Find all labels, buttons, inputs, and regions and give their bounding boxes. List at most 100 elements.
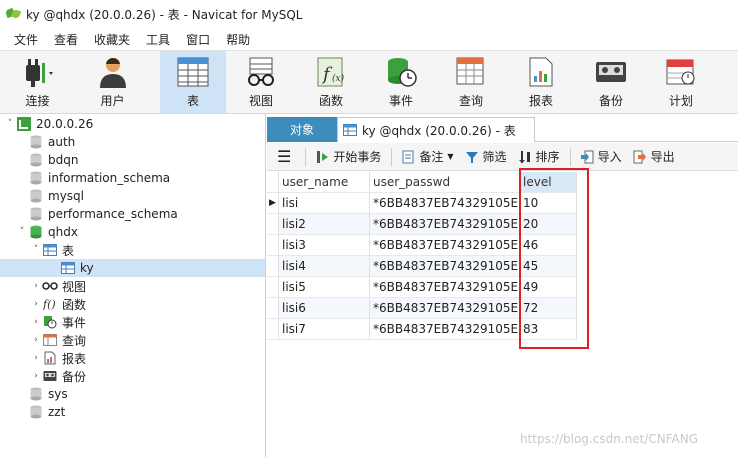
menu-help[interactable]: 帮助 xyxy=(218,31,258,48)
cell-user-name[interactable]: lisi6 xyxy=(279,298,370,319)
function-icon: f (x) xyxy=(313,55,349,89)
report-label: 报表 xyxy=(528,94,553,108)
tree-group-views[interactable]: › 视图 xyxy=(30,277,86,295)
cell-user-passwd[interactable]: *6BB4837EB74329105EE4 xyxy=(370,214,520,235)
column-header-user-passwd[interactable]: user_passwd xyxy=(370,172,520,193)
backup-button[interactable]: 备份 xyxy=(576,51,646,113)
connect-button[interactable]: 连接 xyxy=(0,51,75,113)
import-button[interactable]: 导入 xyxy=(579,148,622,165)
chevron-right-icon[interactable]: › xyxy=(30,353,42,363)
user-button[interactable]: 用户 xyxy=(75,51,150,113)
caret-down-icon[interactable]: ▼ xyxy=(447,152,453,161)
tree-group-tables[interactable]: ˅ 表 xyxy=(30,241,74,259)
function-label: 函数 xyxy=(318,94,343,108)
tab-table-label: ky @qhdx (20.0.0.26) - 表 xyxy=(362,123,516,138)
filter-button[interactable]: 筛选 xyxy=(464,148,507,165)
report-icon xyxy=(42,351,58,365)
tree-group-backups[interactable]: › 备份 xyxy=(30,367,86,385)
chevron-down-icon[interactable]: ˅ xyxy=(4,119,16,129)
cell-user-passwd[interactable]: *6BB4837EB74329105EE4 xyxy=(370,319,520,340)
svg-text:(x): (x) xyxy=(332,73,345,84)
tree-db-mysql[interactable]: mysql xyxy=(28,187,84,205)
cell-user-passwd[interactable]: *6BB4837EB74329105EE4 xyxy=(370,277,520,298)
chevron-down-icon[interactable]: ˅ xyxy=(16,227,28,237)
table-icon xyxy=(60,261,76,275)
chevron-right-icon[interactable]: › xyxy=(30,299,42,309)
cell-user-name[interactable]: lisi5 xyxy=(279,277,370,298)
begin-transaction-button[interactable]: 开始事务 xyxy=(314,148,381,165)
note-icon xyxy=(400,150,416,164)
cell-user-passwd[interactable]: *6BB4837EB74329105EE4 xyxy=(370,193,520,214)
note-button[interactable]: 备注 ▼ xyxy=(400,148,454,165)
tree-group-label: 查询 xyxy=(62,333,87,348)
tree-db-auth[interactable]: auth xyxy=(28,133,75,151)
report-button[interactable]: 报表 xyxy=(506,51,576,113)
tree-db-bdqn[interactable]: bdqn xyxy=(28,151,78,169)
connect-label: 连接 xyxy=(25,94,50,108)
cell-user-name[interactable]: lisi3 xyxy=(279,235,370,256)
tree-db-label: auth xyxy=(48,135,76,149)
tree-server[interactable]: ˅ 20.0.0.26 xyxy=(4,115,93,133)
menu-button[interactable]: ☰ xyxy=(277,148,291,164)
menu-file[interactable]: 文件 xyxy=(6,31,46,48)
tab-bar: 对象 ky @qhdx (20.0.0.26) - 表 xyxy=(267,114,738,142)
tree-db-label: sys xyxy=(48,387,68,401)
glasses-icon xyxy=(42,279,58,293)
function-button[interactable]: f (x) 函数 xyxy=(296,51,366,113)
menu-view[interactable]: 查看 xyxy=(46,31,86,48)
chevron-right-icon[interactable]: › xyxy=(30,317,42,327)
menu-window[interactable]: 窗口 xyxy=(178,31,218,48)
cell-user-passwd[interactable]: *6BB4837EB74329105EE4 xyxy=(370,298,520,319)
database-icon xyxy=(28,207,44,221)
cell-user-name[interactable]: lisi7 xyxy=(279,319,370,340)
tree-db-label: zzt xyxy=(48,405,66,419)
sort-button[interactable]: 排序 xyxy=(517,148,560,165)
table-icon xyxy=(342,123,358,137)
cell-user-name[interactable]: lisi2 xyxy=(279,214,370,235)
column-header-user-name[interactable]: user_name xyxy=(279,172,370,193)
query-button[interactable]: 查询 xyxy=(436,51,506,113)
cell-user-passwd[interactable]: *6BB4837EB74329105EE4 xyxy=(370,235,520,256)
function-icon: f() xyxy=(42,297,58,311)
tree-group-functions[interactable]: › f() 函数 xyxy=(30,295,86,313)
table-label: 表 xyxy=(186,94,199,108)
chevron-right-icon[interactable]: › xyxy=(30,281,42,291)
tree-group-queries[interactable]: › 查询 xyxy=(30,331,86,349)
menu-favorites[interactable]: 收藏夹 xyxy=(86,31,138,48)
tab-objects[interactable]: 对象 xyxy=(267,117,337,142)
tree-group-label: 备份 xyxy=(62,369,87,384)
view-icon xyxy=(243,55,279,89)
tree-db-zzt[interactable]: zzt xyxy=(28,403,65,421)
schedule-label: 计划 xyxy=(668,94,693,108)
tree-db-qhdx[interactable]: ˅ qhdx xyxy=(16,223,78,241)
cell-user-passwd[interactable]: *6BB4837EB74329105EE4 xyxy=(370,256,520,277)
export-icon xyxy=(632,150,648,164)
chevron-down-icon[interactable]: ˅ xyxy=(30,245,42,255)
chevron-right-icon[interactable]: › xyxy=(30,371,42,381)
tree-group-reports[interactable]: › 报表 xyxy=(30,349,86,367)
tree-table-label: ky xyxy=(80,261,94,275)
tab-table-ky[interactable]: ky @qhdx (20.0.0.26) - 表 xyxy=(337,117,535,142)
event-button[interactable]: 事件 xyxy=(366,51,436,113)
tree-db-sys[interactable]: sys xyxy=(28,385,68,403)
tree-db-performance-schema[interactable]: performance_schema xyxy=(28,205,178,223)
view-button[interactable]: 视图 xyxy=(226,51,296,113)
tree-table-ky[interactable]: ky xyxy=(0,259,265,277)
tree-group-label: 视图 xyxy=(62,279,87,294)
table-button[interactable]: 表 xyxy=(160,51,226,113)
backup-icon xyxy=(42,369,58,383)
tree-group-label: 函数 xyxy=(62,297,87,312)
tree-group-events[interactable]: › 事件 xyxy=(30,313,86,331)
chevron-right-icon[interactable]: › xyxy=(30,335,42,345)
menu-tools[interactable]: 工具 xyxy=(138,31,178,48)
view-label: 视图 xyxy=(248,94,273,108)
tree-db-information-schema[interactable]: information_schema xyxy=(28,169,170,187)
cell-user-name[interactable]: lisi xyxy=(279,193,370,214)
database-icon xyxy=(28,405,44,419)
cell-user-name[interactable]: lisi4 xyxy=(279,256,370,277)
tree-group-label: 事件 xyxy=(62,315,87,330)
sort-label: 排序 xyxy=(535,150,560,164)
schedule-button[interactable]: 计划 xyxy=(646,51,716,113)
svg-text:f(): f() xyxy=(42,298,56,310)
export-button[interactable]: 导出 xyxy=(632,148,675,165)
